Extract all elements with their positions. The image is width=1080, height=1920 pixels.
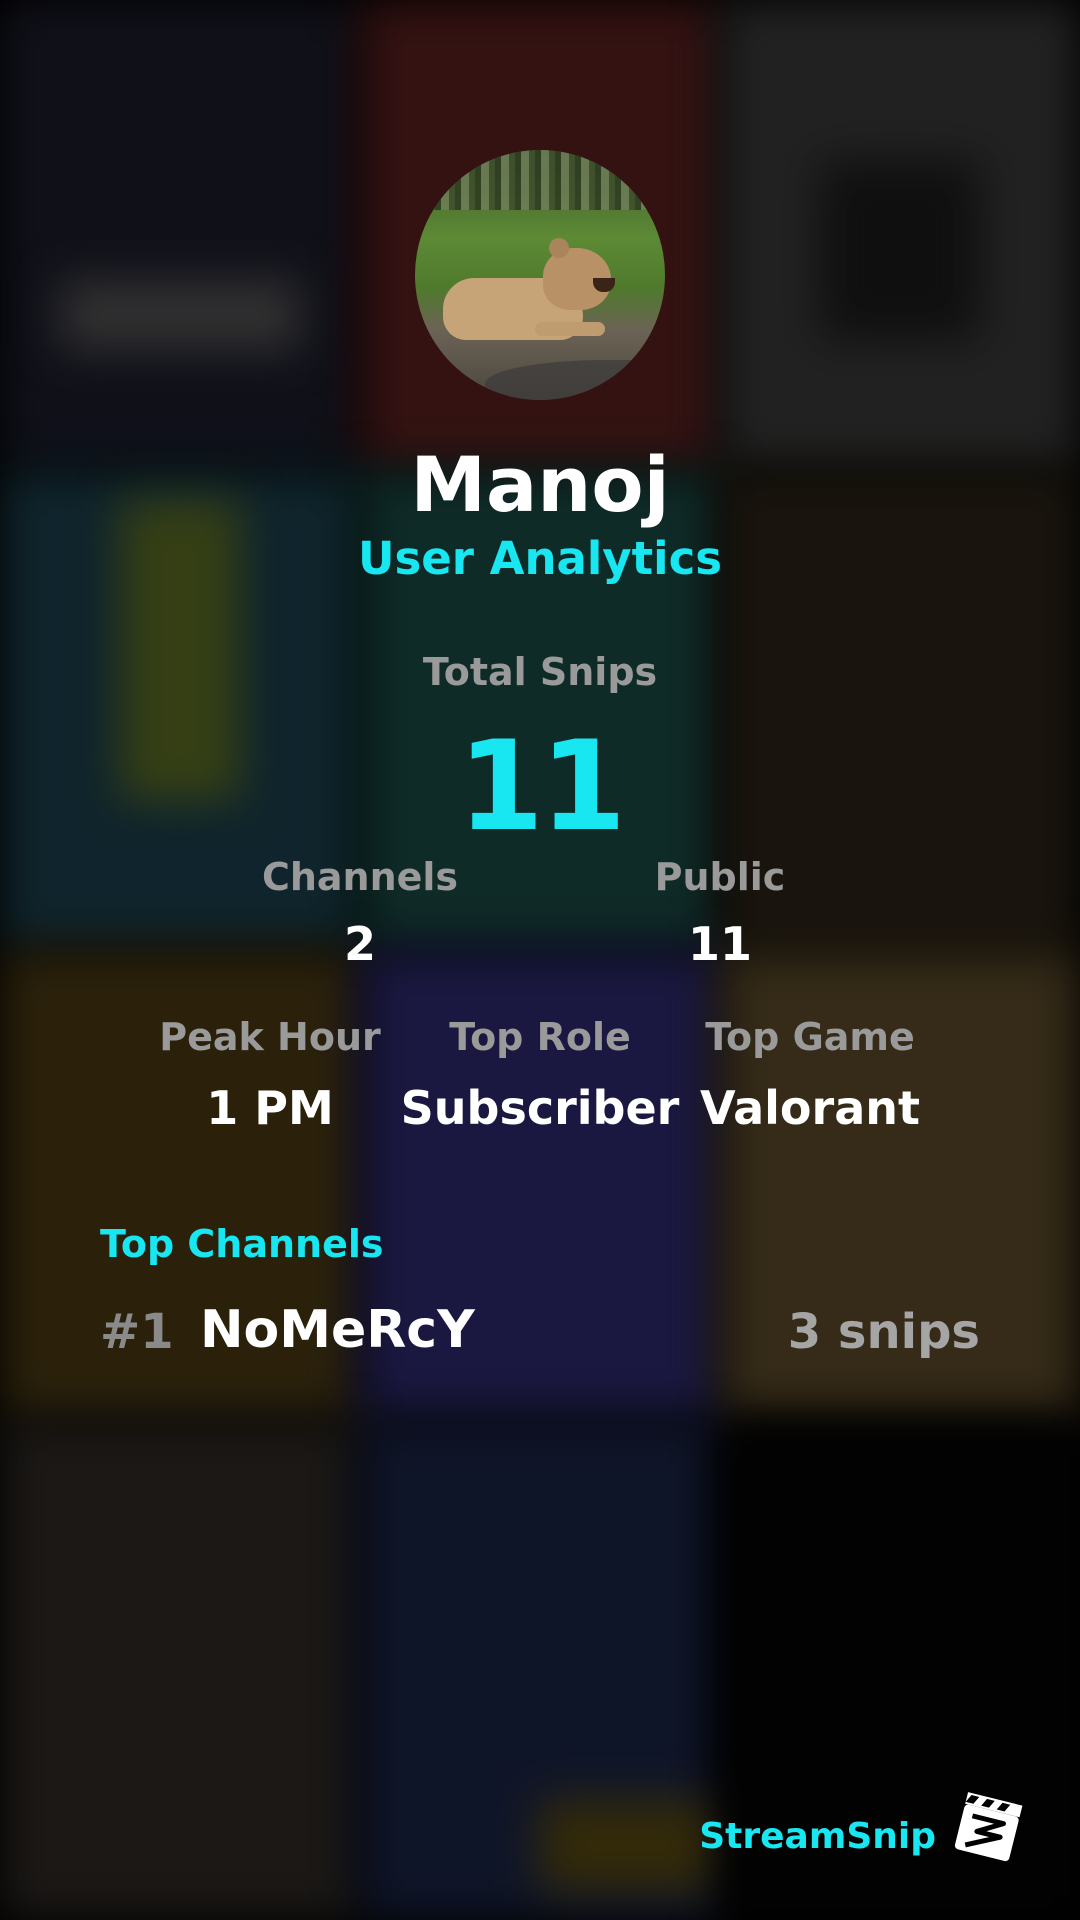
total-snips-label: Total Snips (422, 650, 658, 694)
top-channels-title: Top Channels (100, 1222, 384, 1266)
public-label: Public (654, 855, 786, 899)
peak-hour-value: 1 PM (206, 1081, 334, 1135)
top-role-value: Subscriber (400, 1081, 680, 1135)
total-snips-value: 11 (457, 715, 627, 859)
avatar (415, 150, 665, 400)
top-game-stat: Top Game Valorant (680, 1015, 940, 1135)
clapperboard-icon (954, 1792, 1023, 1862)
username: Manoj (410, 440, 670, 529)
channels-stat: Channels 2 (230, 855, 490, 971)
peak-hour-stat: Peak Hour 1 PM (140, 1015, 400, 1135)
peak-hour-label: Peak Hour (159, 1015, 381, 1059)
page-subtitle: User Analytics (357, 532, 723, 585)
brand-name: StreamSnip (699, 1816, 936, 1857)
top-role-label: Top Role (449, 1015, 631, 1059)
top-game-value: Valorant (700, 1081, 920, 1135)
channels-value: 2 (343, 917, 376, 971)
top-game-label: Top Game (705, 1015, 915, 1059)
public-value: 11 (687, 917, 752, 971)
channel-snip-count: 3 snips (787, 1304, 980, 1360)
top-role-stat: Top Role Subscriber (390, 1015, 690, 1135)
channels-label: Channels (261, 855, 459, 899)
channel-rank: #1 (100, 1304, 174, 1360)
public-stat: Public 11 (590, 855, 850, 971)
channel-name: NoMeRcY (200, 1300, 475, 1360)
